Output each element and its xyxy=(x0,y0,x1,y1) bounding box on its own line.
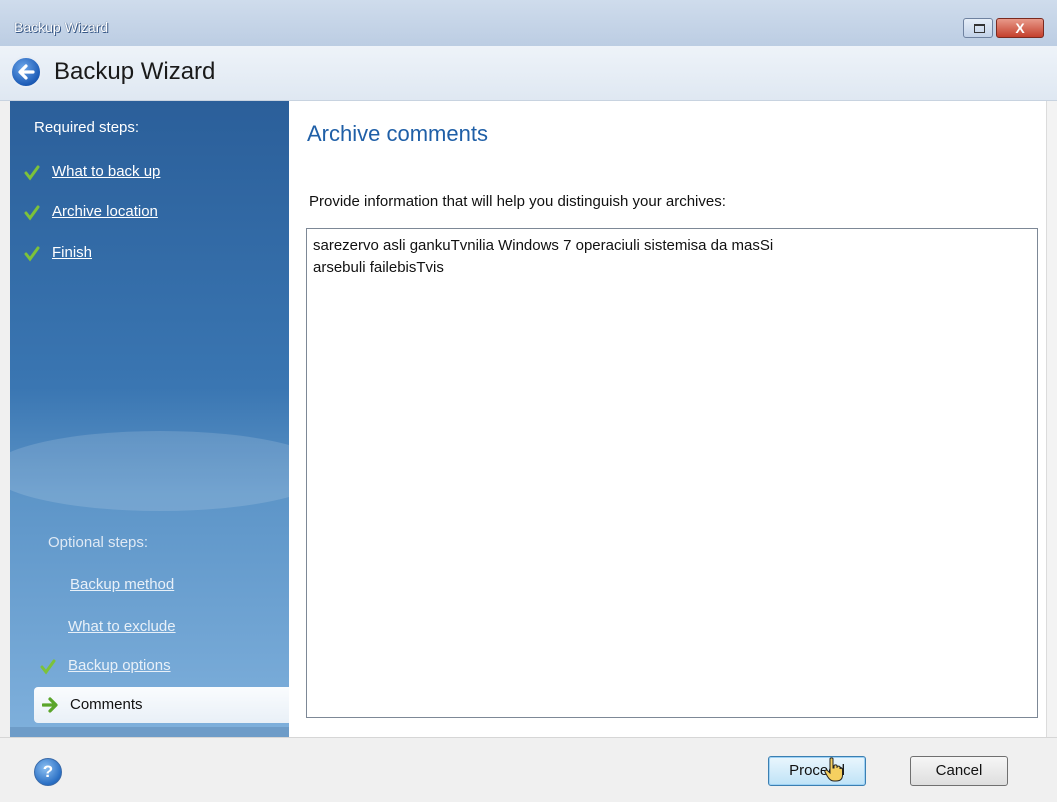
right-edge-strip xyxy=(1046,101,1057,737)
comment-prompt: Provide information that will help you d… xyxy=(309,193,726,210)
cancel-button[interactable]: Cancel xyxy=(910,756,1008,786)
wizard-steps-sidebar: Required steps: What to back up Archive … xyxy=(10,101,289,737)
step-what-to-exclude[interactable]: What to exclude xyxy=(68,618,176,635)
back-arrow-icon[interactable] xyxy=(10,56,42,88)
step-comments-current[interactable]: Comments xyxy=(34,687,289,723)
close-icon[interactable]: X xyxy=(996,18,1044,38)
archive-comment-textarea[interactable] xyxy=(306,228,1038,718)
current-step-arrow-icon xyxy=(42,697,58,713)
step-backup-options[interactable]: Backup options xyxy=(68,657,171,674)
window-title: Backup Wizard xyxy=(14,19,109,35)
wizard-header: Backup Wizard xyxy=(0,46,1057,101)
window-titlebar: Backup Wizard X xyxy=(0,0,1057,46)
wizard-footer: ? Proceed Cancel xyxy=(0,737,1057,802)
main-content: Archive comments Provide information tha… xyxy=(289,101,1046,737)
page-title: Backup Wizard xyxy=(54,58,216,85)
step-backup-method[interactable]: Backup method xyxy=(70,576,174,593)
check-icon xyxy=(40,659,56,675)
help-icon[interactable]: ? xyxy=(34,758,62,786)
required-steps-heading: Required steps: xyxy=(34,119,140,136)
check-icon xyxy=(24,246,40,262)
optional-steps-heading: Optional steps: xyxy=(48,534,149,551)
step-comments-label: Comments xyxy=(70,696,143,713)
proceed-button[interactable]: Proceed xyxy=(768,756,866,786)
section-title: Archive comments xyxy=(307,121,488,146)
check-icon xyxy=(24,205,40,221)
step-what-to-back-up[interactable]: What to back up xyxy=(52,163,160,180)
step-archive-location[interactable]: Archive location xyxy=(52,203,158,220)
sidebar-bottom-edge xyxy=(10,727,289,737)
restore-window-icon[interactable] xyxy=(963,18,993,38)
sidebar-decoration xyxy=(10,431,289,511)
check-icon xyxy=(24,165,40,181)
close-glyph: X xyxy=(1015,20,1025,36)
step-finish[interactable]: Finish xyxy=(52,244,92,261)
